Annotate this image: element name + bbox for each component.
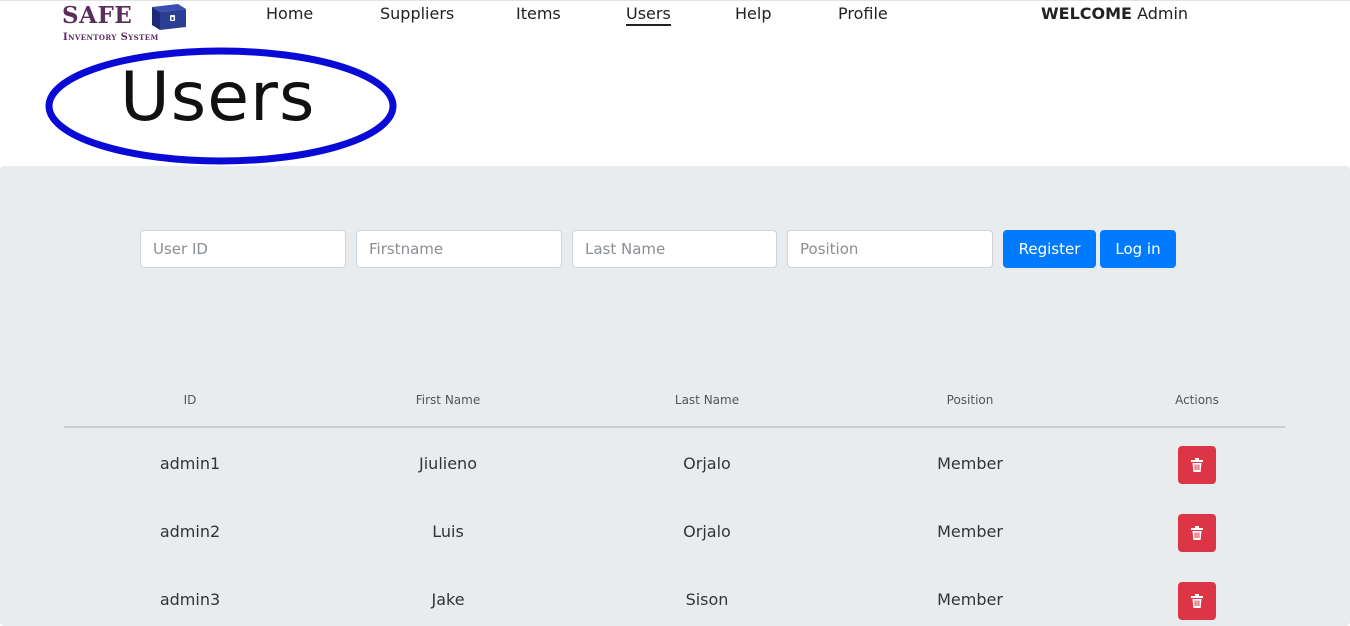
lock-box-icon [152, 4, 186, 30]
register-button[interactable]: Register [1003, 230, 1096, 268]
cell-position: Member [937, 522, 1003, 541]
table-row: admin1 Jiulieno Orjalo Member [64, 428, 1285, 496]
delete-button[interactable] [1178, 446, 1216, 484]
delete-button[interactable] [1178, 582, 1216, 620]
brand-subtitle: Inventory System [63, 32, 159, 43]
user-form: Register Log in [0, 230, 1350, 268]
cell-first-name: Luis [432, 522, 464, 541]
firstname-input[interactable] [356, 230, 562, 268]
cell-position: Member [937, 454, 1003, 473]
header-last-name: Last Name [674, 393, 740, 407]
header-first-name: First Name [415, 393, 481, 407]
header-actions: Actions [1175, 393, 1219, 407]
position-input[interactable] [787, 230, 993, 268]
trash-icon [1191, 526, 1203, 540]
page-title: Users [120, 58, 316, 137]
header-id: ID [183, 393, 197, 407]
welcome-message: WELCOME Admin [1041, 4, 1188, 23]
cell-first-name: Jake [431, 590, 465, 609]
cell-last-name: Orjalo [683, 522, 731, 541]
cell-last-name: Sison [685, 590, 729, 609]
nav-suppliers[interactable]: Suppliers [380, 4, 454, 23]
lastname-input[interactable] [572, 230, 777, 268]
delete-button[interactable] [1178, 514, 1216, 552]
top-border [0, 0, 1350, 1]
brand-name: SAFE [62, 2, 133, 29]
cell-first-name: Jiulieno [419, 454, 477, 473]
nav-items[interactable]: Items [516, 4, 561, 23]
login-button[interactable]: Log in [1100, 230, 1176, 268]
trash-icon [1191, 458, 1203, 472]
table-row: admin3 Jake Sison Member [64, 564, 1285, 626]
cell-last-name: Orjalo [683, 454, 731, 473]
trash-icon [1191, 594, 1203, 608]
table-row: admin2 Luis Orjalo Member [64, 496, 1285, 564]
nav-home[interactable]: Home [266, 4, 313, 23]
header-position: Position [946, 393, 994, 407]
nav-users[interactable]: Users [626, 4, 671, 26]
user-id-input[interactable] [140, 230, 346, 268]
table-header: ID First Name Last Name Position Actions [64, 388, 1285, 428]
cell-id: admin2 [159, 522, 221, 541]
welcome-prefix: WELCOME [1041, 4, 1132, 23]
page-title-area: Users [44, 46, 398, 168]
cell-position: Member [937, 590, 1003, 609]
cell-id: admin1 [159, 454, 221, 473]
nav-profile[interactable]: Profile [838, 4, 888, 23]
welcome-user: Admin [1137, 4, 1189, 23]
cell-id: admin3 [159, 590, 221, 609]
users-table: ID First Name Last Name Position Actions… [64, 388, 1285, 626]
brand-logo[interactable]: SAFE Inventory System [62, 2, 202, 44]
nav-help[interactable]: Help [735, 4, 771, 23]
users-panel: Register Log in ID First Name Last Name … [0, 166, 1350, 626]
